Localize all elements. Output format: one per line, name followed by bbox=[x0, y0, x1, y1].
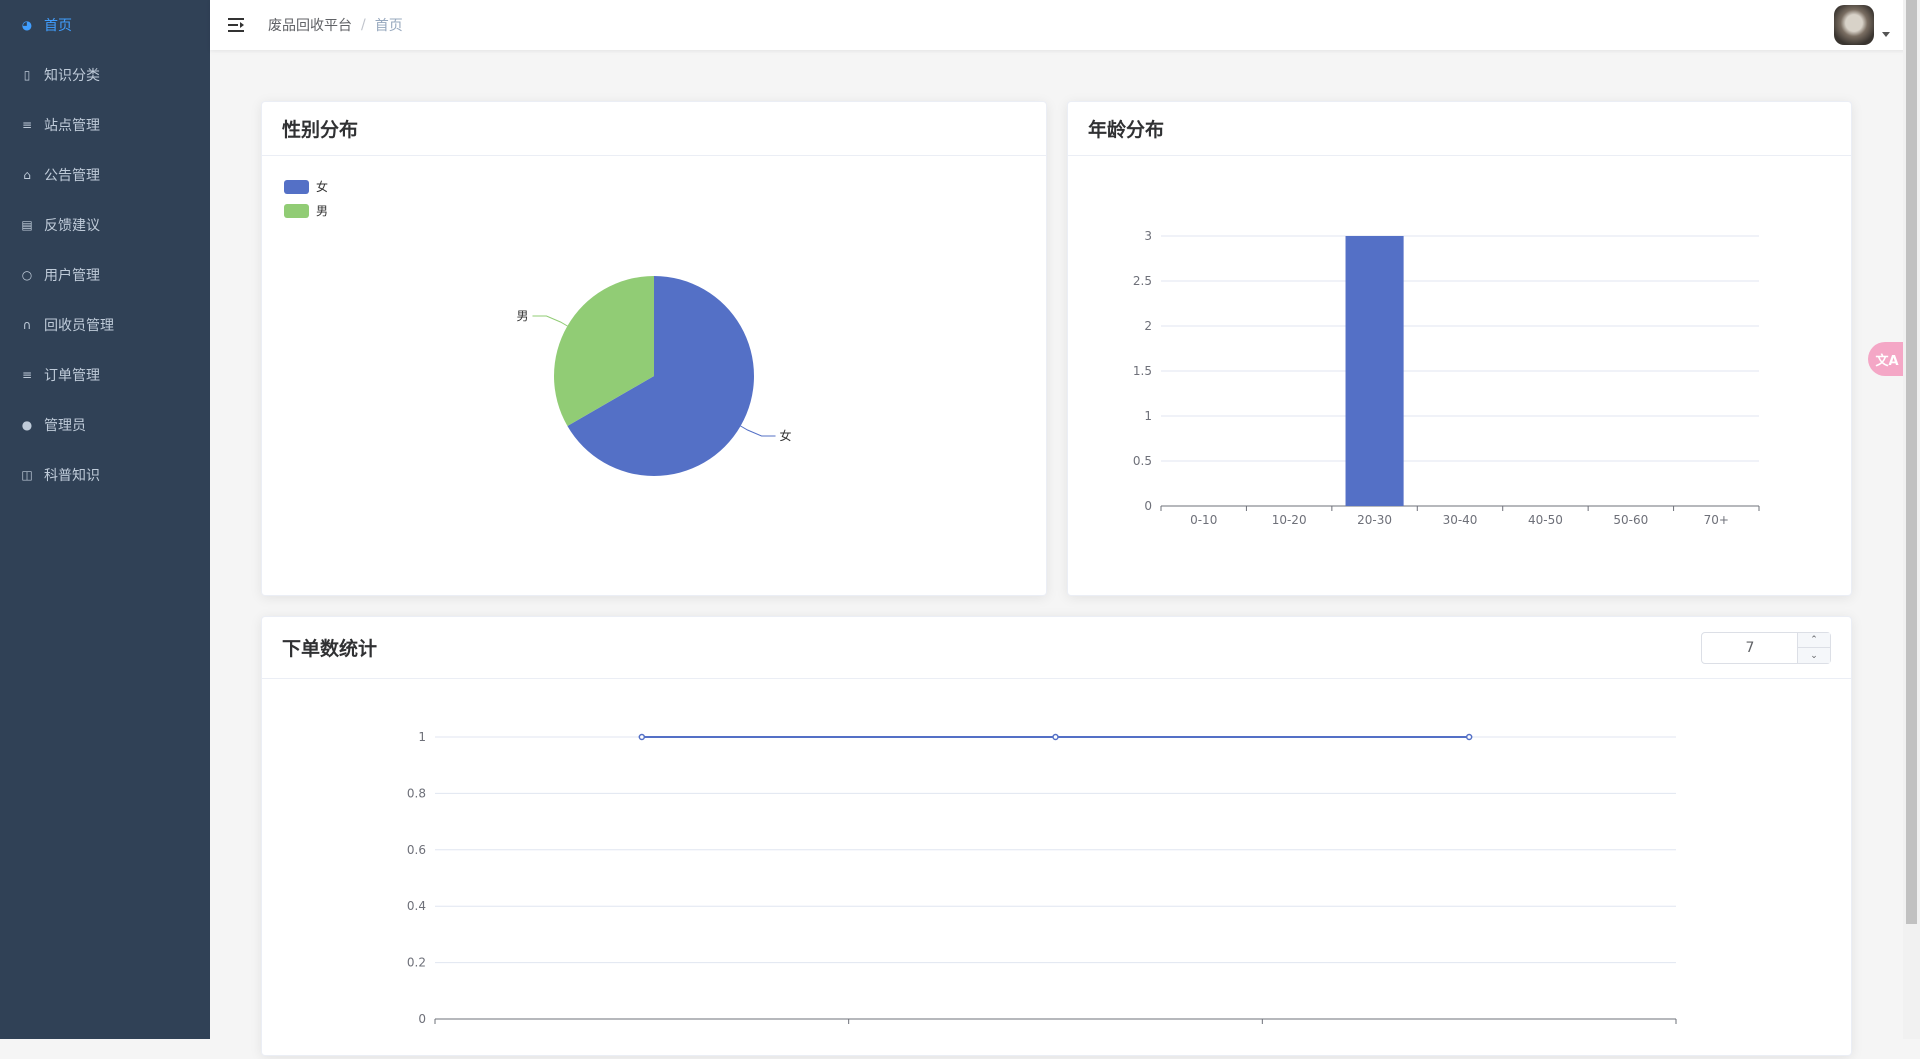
sidebar-item-3[interactable]: ⌂ 公告管理 bbox=[0, 150, 210, 200]
y-tick-label-3: 0.6 bbox=[407, 843, 426, 857]
age-bar-chart: 0 0.5 1 1.5 2 2.5 3 0-10 10-20 20-30 30-40 40-50 50-… bbox=[1133, 229, 1760, 527]
gender-card-header: 性别分布 bbox=[262, 102, 1046, 156]
legend-label-1: 男 bbox=[316, 204, 328, 218]
breadcrumb: 废品回收平台 / 首页 bbox=[268, 15, 403, 35]
x-tick-label-6: 70+ bbox=[1704, 513, 1729, 527]
vertical-scrollbar[interactable] bbox=[1903, 0, 1920, 1039]
breadcrumb-item-platform[interactable]: 废品回收平台 bbox=[268, 15, 352, 35]
gender-card: 性别分布 女男女男 bbox=[261, 101, 1047, 596]
gender-pie-chart: 女男女男 bbox=[284, 179, 792, 476]
sidebar-item-2[interactable]: ≡ 站点管理 bbox=[0, 100, 210, 150]
sidebar-item-label: 订单管理 bbox=[44, 368, 100, 384]
legend-swatch-0 bbox=[284, 180, 309, 194]
sidebar-item-label: 首页 bbox=[44, 18, 72, 34]
sidebar: ◕ 首页 ▯ 知识分类 ≡ 站点管理 ⌂ 公告管理 ▤ 反馈建议 ○ 用户管理 ∩ 回收员管理 ≡ 订单管理 ●… bbox=[0, 0, 210, 1039]
x-tick-label-5: 50-60 bbox=[1613, 513, 1648, 527]
y-tick-label-2: 0.4 bbox=[407, 899, 426, 913]
y-tick-label-4: 0.8 bbox=[407, 786, 426, 800]
sidebar-item-label: 反馈建议 bbox=[44, 218, 100, 234]
sidebar-item-0[interactable]: ◕ 首页 bbox=[0, 0, 210, 50]
data-point-0 bbox=[638, 733, 646, 741]
sliders-icon: ≡ bbox=[21, 118, 33, 132]
sidebar-item-label: 回收员管理 bbox=[44, 318, 114, 334]
orders-card-header: 下单数统计 bbox=[262, 617, 1851, 679]
pie-label-0: 女 bbox=[780, 428, 792, 443]
y-tick-label-0: 0 bbox=[418, 1012, 426, 1026]
orders-card-body: 0 0.2 0.4 0.6 0.8 1 bbox=[262, 679, 1851, 1059]
pie-label-line-0 bbox=[740, 425, 776, 437]
y-tick-label-1: 0.2 bbox=[407, 956, 426, 970]
y-tick-label-1: 0.5 bbox=[1133, 454, 1152, 468]
caret-down-icon[interactable] bbox=[1882, 32, 1890, 37]
sidebar-item-1[interactable]: ▯ 知识分类 bbox=[0, 50, 210, 100]
headset-icon: ∩ bbox=[22, 318, 32, 332]
age-card-header: 年龄分布 bbox=[1068, 102, 1851, 156]
box-icon: ⌂ bbox=[23, 168, 31, 182]
gender-card-title: 性别分布 bbox=[282, 119, 359, 141]
x-tick-label-0: 0-10 bbox=[1190, 513, 1217, 527]
chevron-up-icon[interactable]: ⌃ bbox=[1798, 633, 1830, 648]
sidebar-item-label: 知识分类 bbox=[44, 68, 100, 84]
top-navbar: 废品回收平台 / 首页 bbox=[210, 0, 1920, 50]
orders-card: 下单数统计 7 ⌃ ⌄ 0 0.2 0.4 0.6 0.8 1 bbox=[261, 616, 1852, 1056]
sidebar-item-label: 管理员 bbox=[44, 418, 86, 434]
book-icon: ▯ bbox=[23, 68, 31, 82]
translate-icon[interactable]: 文A bbox=[1868, 342, 1906, 376]
breadcrumb-separator: / bbox=[361, 17, 366, 33]
y-tick-label-0: 0 bbox=[1144, 499, 1152, 513]
x-tick-label-2: 20-30 bbox=[1357, 513, 1392, 527]
y-tick-label-5: 2.5 bbox=[1133, 274, 1152, 288]
sidebar-item-8[interactable]: ● 管理员 bbox=[0, 400, 210, 450]
age-card: 年龄分布 0 0.5 1 1.5 2 2.5 3 0-10 10-20 20-30 30-40 40-… bbox=[1067, 101, 1852, 596]
chevron-down-icon[interactable]: ⌄ bbox=[1798, 648, 1830, 663]
y-tick-label-6: 3 bbox=[1144, 229, 1152, 243]
x-tick-label-1: 10-20 bbox=[1272, 513, 1307, 527]
days-input-value[interactable]: 7 bbox=[1702, 633, 1798, 663]
orders-line-chart: 0 0.2 0.4 0.6 0.8 1 bbox=[407, 730, 1677, 1026]
hamburger-icon[interactable] bbox=[228, 17, 244, 33]
message-icon: ▤ bbox=[21, 218, 33, 232]
user-icon: ○ bbox=[21, 268, 33, 282]
legend-swatch-1 bbox=[284, 204, 309, 218]
sidebar-item-4[interactable]: ▤ 反馈建议 bbox=[0, 200, 210, 250]
dashboard-icon: ◕ bbox=[21, 18, 33, 32]
legend-label-0: 女 bbox=[316, 179, 328, 194]
sidebar-item-label: 公告管理 bbox=[44, 168, 100, 184]
y-tick-label-5: 1 bbox=[418, 730, 426, 744]
y-tick-label-3: 1.5 bbox=[1133, 364, 1152, 378]
age-card-body: 0 0.5 1 1.5 2 2.5 3 0-10 10-20 20-30 30-40 40-50 50-… bbox=[1068, 156, 1851, 598]
sidebar-item-label: 站点管理 bbox=[44, 118, 100, 134]
sidebar-item-6[interactable]: ∩ 回收员管理 bbox=[0, 300, 210, 350]
orders-card-title: 下单数统计 bbox=[282, 638, 378, 660]
pie-label-1: 男 bbox=[516, 309, 528, 323]
breadcrumb-item-home: 首页 bbox=[374, 18, 403, 34]
days-input-stepper: ⌃ ⌄ bbox=[1797, 633, 1830, 663]
scrollbar-thumb[interactable] bbox=[1906, 0, 1917, 924]
avatar[interactable] bbox=[1834, 5, 1874, 45]
data-point-1 bbox=[1052, 733, 1059, 741]
age-card-title: 年龄分布 bbox=[1088, 119, 1165, 141]
x-tick-label-4: 40-50 bbox=[1528, 513, 1563, 527]
y-tick-label-2: 1 bbox=[1144, 409, 1152, 423]
y-tick-label-4: 2 bbox=[1144, 319, 1152, 333]
days-number-input[interactable]: 7 ⌃ ⌄ bbox=[1701, 632, 1831, 664]
sidebar-item-7[interactable]: ≡ 订单管理 bbox=[0, 350, 210, 400]
bar-2 bbox=[1345, 236, 1404, 506]
sidebar-item-5[interactable]: ○ 用户管理 bbox=[0, 250, 210, 300]
sidebar-item-label: 用户管理 bbox=[44, 268, 100, 284]
data-point-2 bbox=[1465, 733, 1473, 741]
sliders-icon: ≡ bbox=[21, 368, 33, 382]
gender-card-body: 女男女男 bbox=[262, 156, 1046, 598]
sidebar-item-9[interactable]: ◫ 科普知识 bbox=[0, 450, 210, 500]
open-book-icon: ◫ bbox=[21, 468, 33, 482]
sidebar-menu: ◕ 首页 ▯ 知识分类 ≡ 站点管理 ⌂ 公告管理 ▤ 反馈建议 ○ 用户管理 ∩ 回收员管理 ≡ 订单管理 ●… bbox=[0, 0, 210, 500]
person-icon: ● bbox=[21, 418, 33, 432]
x-tick-label-3: 30-40 bbox=[1443, 513, 1478, 527]
sidebar-item-label: 科普知识 bbox=[44, 468, 100, 484]
pie-label-line-1 bbox=[532, 315, 568, 327]
